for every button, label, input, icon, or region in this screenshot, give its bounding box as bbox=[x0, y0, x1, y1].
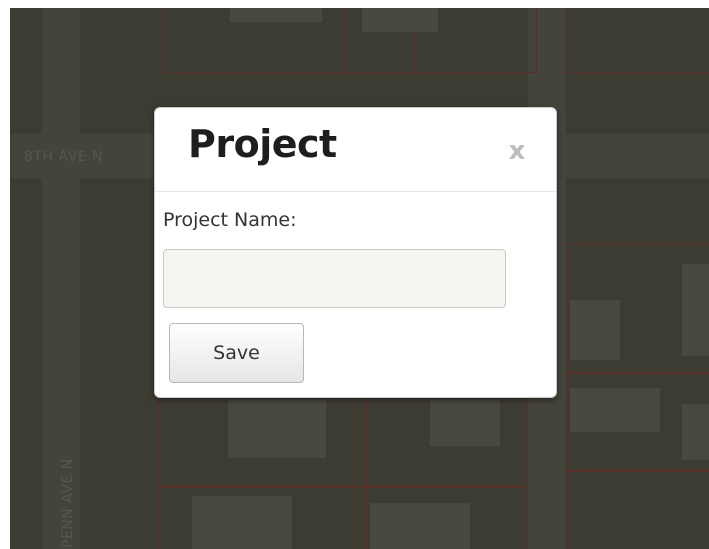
street-label-horizontal: 8TH AVE N bbox=[24, 149, 103, 165]
close-button[interactable]: x bbox=[504, 136, 530, 166]
building bbox=[192, 496, 292, 549]
building bbox=[370, 503, 470, 549]
building bbox=[570, 300, 620, 360]
parcel bbox=[565, 8, 709, 73]
building bbox=[682, 264, 709, 356]
building bbox=[230, 8, 322, 22]
project-name-label: Project Name: bbox=[163, 209, 297, 231]
building bbox=[362, 8, 438, 32]
building bbox=[228, 400, 326, 458]
building bbox=[430, 400, 500, 446]
dialog-title: Project bbox=[188, 122, 337, 166]
building bbox=[682, 404, 709, 460]
parcel bbox=[566, 470, 709, 549]
save-button[interactable]: Save bbox=[169, 323, 304, 383]
project-dialog: Project x Project Name: Save bbox=[154, 107, 557, 398]
dialog-header: Project x bbox=[155, 108, 556, 192]
street-label-vertical: PENN AVE N bbox=[60, 458, 76, 548]
building bbox=[570, 388, 660, 432]
project-name-input[interactable] bbox=[163, 249, 506, 308]
